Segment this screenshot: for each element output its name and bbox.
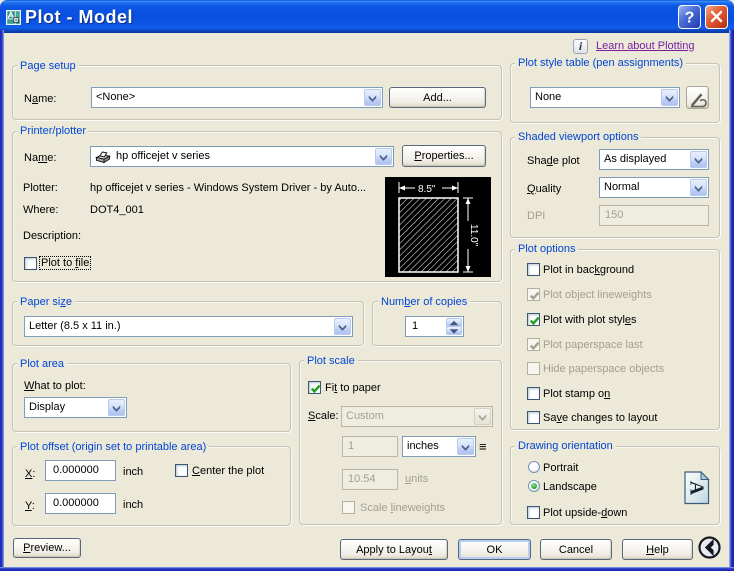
svg-text:?: ? — [685, 10, 695, 27]
svg-text:11.0": 11.0" — [468, 224, 479, 247]
svg-text:8.5": 8.5" — [418, 184, 436, 195]
svg-text:A: A — [686, 481, 708, 496]
